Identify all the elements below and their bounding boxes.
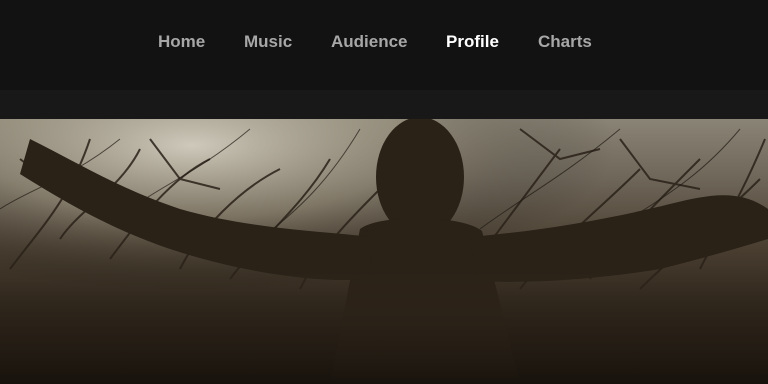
main-nav: Home Music Audience Profile Charts xyxy=(0,30,768,54)
nav-profile[interactable]: Profile xyxy=(446,30,499,54)
top-navigation-bar: Home Music Audience Profile Charts xyxy=(0,0,768,90)
nav-charts[interactable]: Charts xyxy=(538,30,592,54)
nav-home[interactable]: Home xyxy=(158,30,205,54)
artist-profile-photo xyxy=(0,119,768,384)
artist-header-image xyxy=(0,119,768,384)
nav-music[interactable]: Music xyxy=(244,30,292,54)
secondary-bar xyxy=(0,90,768,119)
nav-audience[interactable]: Audience xyxy=(331,30,408,54)
